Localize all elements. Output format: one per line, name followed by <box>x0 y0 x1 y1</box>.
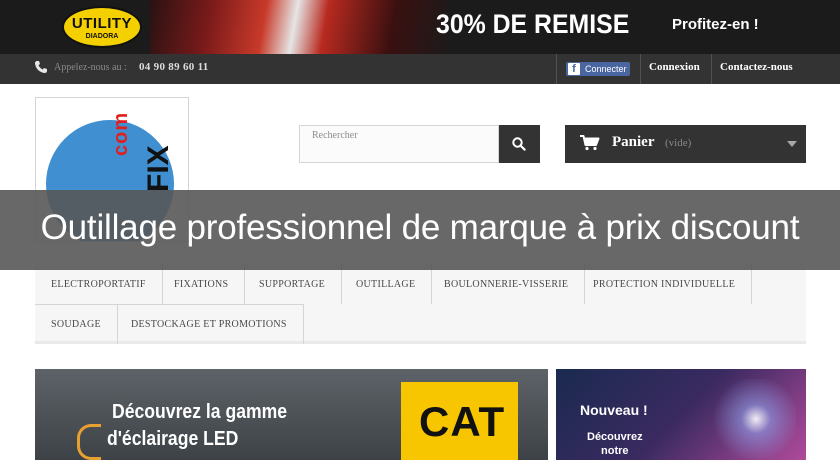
main-slider-banner[interactable]: Découvrez la gamme d'éclairage LED CAT <box>35 369 548 460</box>
side-promo-banner[interactable]: Nouveau ! Découvrez notre <box>556 369 806 460</box>
chevron-down-icon <box>787 141 797 147</box>
facebook-icon: f <box>568 63 580 75</box>
brand-sub: DIADORA <box>85 33 119 40</box>
side-promo-line1: Découvrez <box>587 431 643 443</box>
cart-button[interactable]: Panier (vide) <box>565 125 806 163</box>
page: UTILITY DIADORA 30% DE REMISE Profitez-e… <box>0 0 840 460</box>
facebook-connect-button[interactable]: f Connecter <box>566 62 630 76</box>
cat-logo: CAT <box>401 382 518 460</box>
welding-spark-image <box>696 379 796 459</box>
promo-cta: Profitez-en ! <box>672 16 759 33</box>
facebook-connect-label: Connecter <box>585 64 627 74</box>
logo-com: com <box>110 111 132 156</box>
logo-fix: FIX <box>142 145 175 192</box>
cart-status: (vide) <box>665 137 692 149</box>
search-button[interactable] <box>499 125 540 163</box>
category-menu: ELECTROPORTATIF FIXATIONS SUPPORTAGE OUT… <box>35 262 806 344</box>
top-nav-bar: Appelez-nous au : 04 90 89 60 11 f Conne… <box>0 54 840 84</box>
menu-item-supportage[interactable]: SUPPORTAGE <box>243 264 343 304</box>
contact-link[interactable]: Contactez-nous <box>720 61 793 73</box>
side-promo-line2: notre <box>601 445 629 457</box>
slider-title-line2: d'éclairage LED <box>107 428 239 450</box>
promo-text: 30% DE REMISE <box>436 9 630 39</box>
utility-diadora-logo: UTILITY DIADORA <box>62 6 142 48</box>
search-placeholder: Rechercher <box>312 130 358 141</box>
menu-item-destockage-promotions[interactable]: DESTOCKAGE ET PROMOTIONS <box>115 304 304 344</box>
slider-title-line1: Découvrez la gamme <box>112 401 288 423</box>
cart-icon <box>580 135 600 151</box>
cart-label: Panier <box>612 134 655 150</box>
search-icon <box>512 137 526 151</box>
nav-divider <box>711 54 712 84</box>
tagline: Outillage professionnel de marque à prix… <box>40 208 800 247</box>
nav-divider <box>640 54 641 84</box>
promo-banner[interactable]: UTILITY DIADORA 30% DE REMISE Profitez-e… <box>0 0 840 54</box>
cat-logo-text: CAT <box>419 398 506 445</box>
call-label: Appelez-nous au : <box>54 62 127 73</box>
side-promo-title: Nouveau ! <box>580 402 648 418</box>
search-input[interactable]: Rechercher <box>299 125 499 163</box>
login-link[interactable]: Connexion <box>649 61 700 73</box>
menu-item-electroportatif[interactable]: ELECTROPORTATIF <box>35 264 163 304</box>
brand-name: UTILITY <box>71 15 133 32</box>
menu-item-soudage[interactable]: SOUDAGE <box>35 304 118 344</box>
lamp-illustration <box>77 424 101 460</box>
banner-shoe-image <box>150 0 450 54</box>
menu-item-fixations[interactable]: FIXATIONS <box>158 264 246 304</box>
menu-item-protection-individuelle[interactable]: PROTECTION INDIVIDUELLE <box>577 264 753 304</box>
tagline-overlay: Outillage professionnel de marque à prix… <box>0 190 840 270</box>
menu-item-outillage[interactable]: OUTILLAGE <box>340 264 433 304</box>
menu-item-boulonnerie-visserie[interactable]: BOULONNERIE-VISSERIE <box>428 264 586 304</box>
phone-number[interactable]: 04 90 89 60 11 <box>139 61 209 73</box>
phone-icon <box>35 61 47 73</box>
nav-divider <box>556 54 557 84</box>
